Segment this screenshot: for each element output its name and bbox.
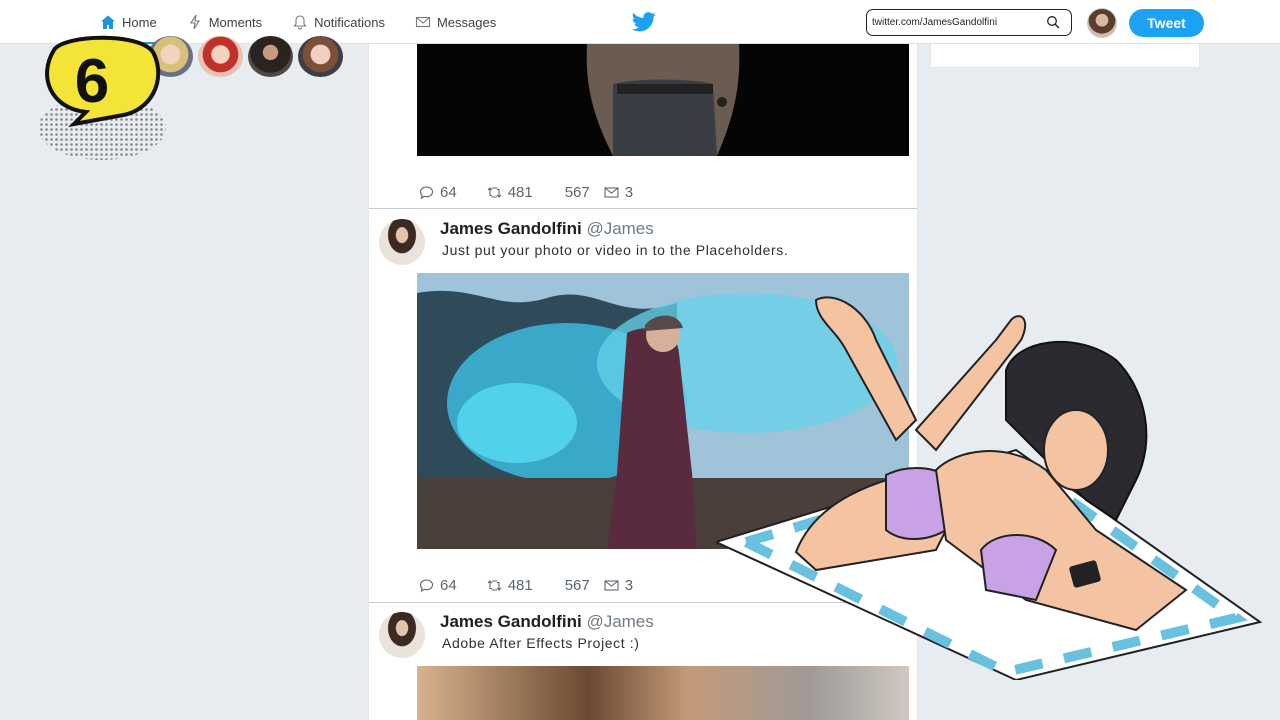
search-icon[interactable]: [1046, 15, 1060, 29]
tweet-actions: 64 481 567 3: [419, 184, 633, 201]
who-to-follow-avatars: [148, 36, 343, 77]
tweet-author[interactable]: James Gandolfini @James: [440, 219, 654, 239]
author-name: James Gandolfini: [440, 612, 582, 631]
nav-moments-label: Moments: [208, 14, 263, 30]
avatar[interactable]: [379, 219, 425, 265]
bell-icon: [293, 15, 307, 30]
tweet-text: Adobe After Effects Project :): [442, 635, 640, 651]
tweet-media[interactable]: [417, 44, 909, 156]
envelope-icon: [415, 16, 431, 28]
badge-number: 6: [75, 47, 109, 116]
message-action[interactable]: 3: [604, 184, 633, 201]
avatar[interactable]: [248, 36, 293, 77]
retweet-count: 481: [507, 577, 533, 594]
reply-count: 64: [440, 577, 457, 594]
avatar[interactable]: [379, 612, 425, 658]
retweet-icon: [487, 580, 502, 591]
reply-action[interactable]: 64: [419, 577, 457, 594]
retweet-action[interactable]: 481: [487, 184, 533, 201]
lightning-icon: [189, 14, 200, 30]
reply-count: 64: [440, 184, 457, 201]
message-action[interactable]: 3: [604, 577, 633, 594]
like-action[interactable]: 567: [565, 184, 590, 201]
reply-action[interactable]: 64: [419, 184, 457, 201]
retweet-count: 481: [507, 184, 533, 201]
envelope-icon: [604, 187, 619, 198]
profile-avatar[interactable]: [1087, 8, 1117, 38]
avatar[interactable]: [198, 36, 243, 77]
nav-messages-label: Messages: [436, 14, 497, 30]
home-icon: [101, 15, 115, 29]
message-count: 3: [624, 184, 634, 201]
like-action[interactable]: 567: [565, 577, 590, 594]
author-handle: @James: [586, 219, 654, 238]
number-badge: 6: [38, 35, 166, 160]
reply-icon: [419, 186, 434, 200]
like-count: 567: [564, 577, 590, 594]
retweet-icon: [487, 187, 502, 198]
nav-messages[interactable]: Messages: [415, 0, 496, 44]
reply-icon: [419, 579, 434, 593]
right-sidebar-card: [930, 44, 1200, 68]
divider: [369, 208, 917, 209]
author-name: James Gandolfini: [440, 219, 582, 238]
like-count: 567: [564, 184, 590, 201]
twitter-bird-icon[interactable]: [632, 11, 656, 33]
tweet-button[interactable]: Tweet: [1129, 9, 1204, 37]
envelope-icon: [604, 580, 619, 591]
search-input[interactable]: [866, 9, 1072, 36]
cartoon-girl-illustration: [716, 296, 1263, 680]
avatar[interactable]: [298, 36, 343, 77]
tweet-actions: 64 481 567 3: [419, 577, 633, 594]
photo-placeholder: [417, 44, 909, 156]
nav-notifications-label: Notifications: [314, 14, 385, 30]
nav-home-label: Home: [122, 14, 157, 30]
tweet-text: Just put your photo or video in to the P…: [442, 242, 789, 258]
tweet-author[interactable]: James Gandolfini @James: [440, 612, 654, 632]
author-handle: @James: [586, 612, 654, 631]
message-count: 3: [624, 577, 634, 594]
retweet-action[interactable]: 481: [487, 577, 533, 594]
